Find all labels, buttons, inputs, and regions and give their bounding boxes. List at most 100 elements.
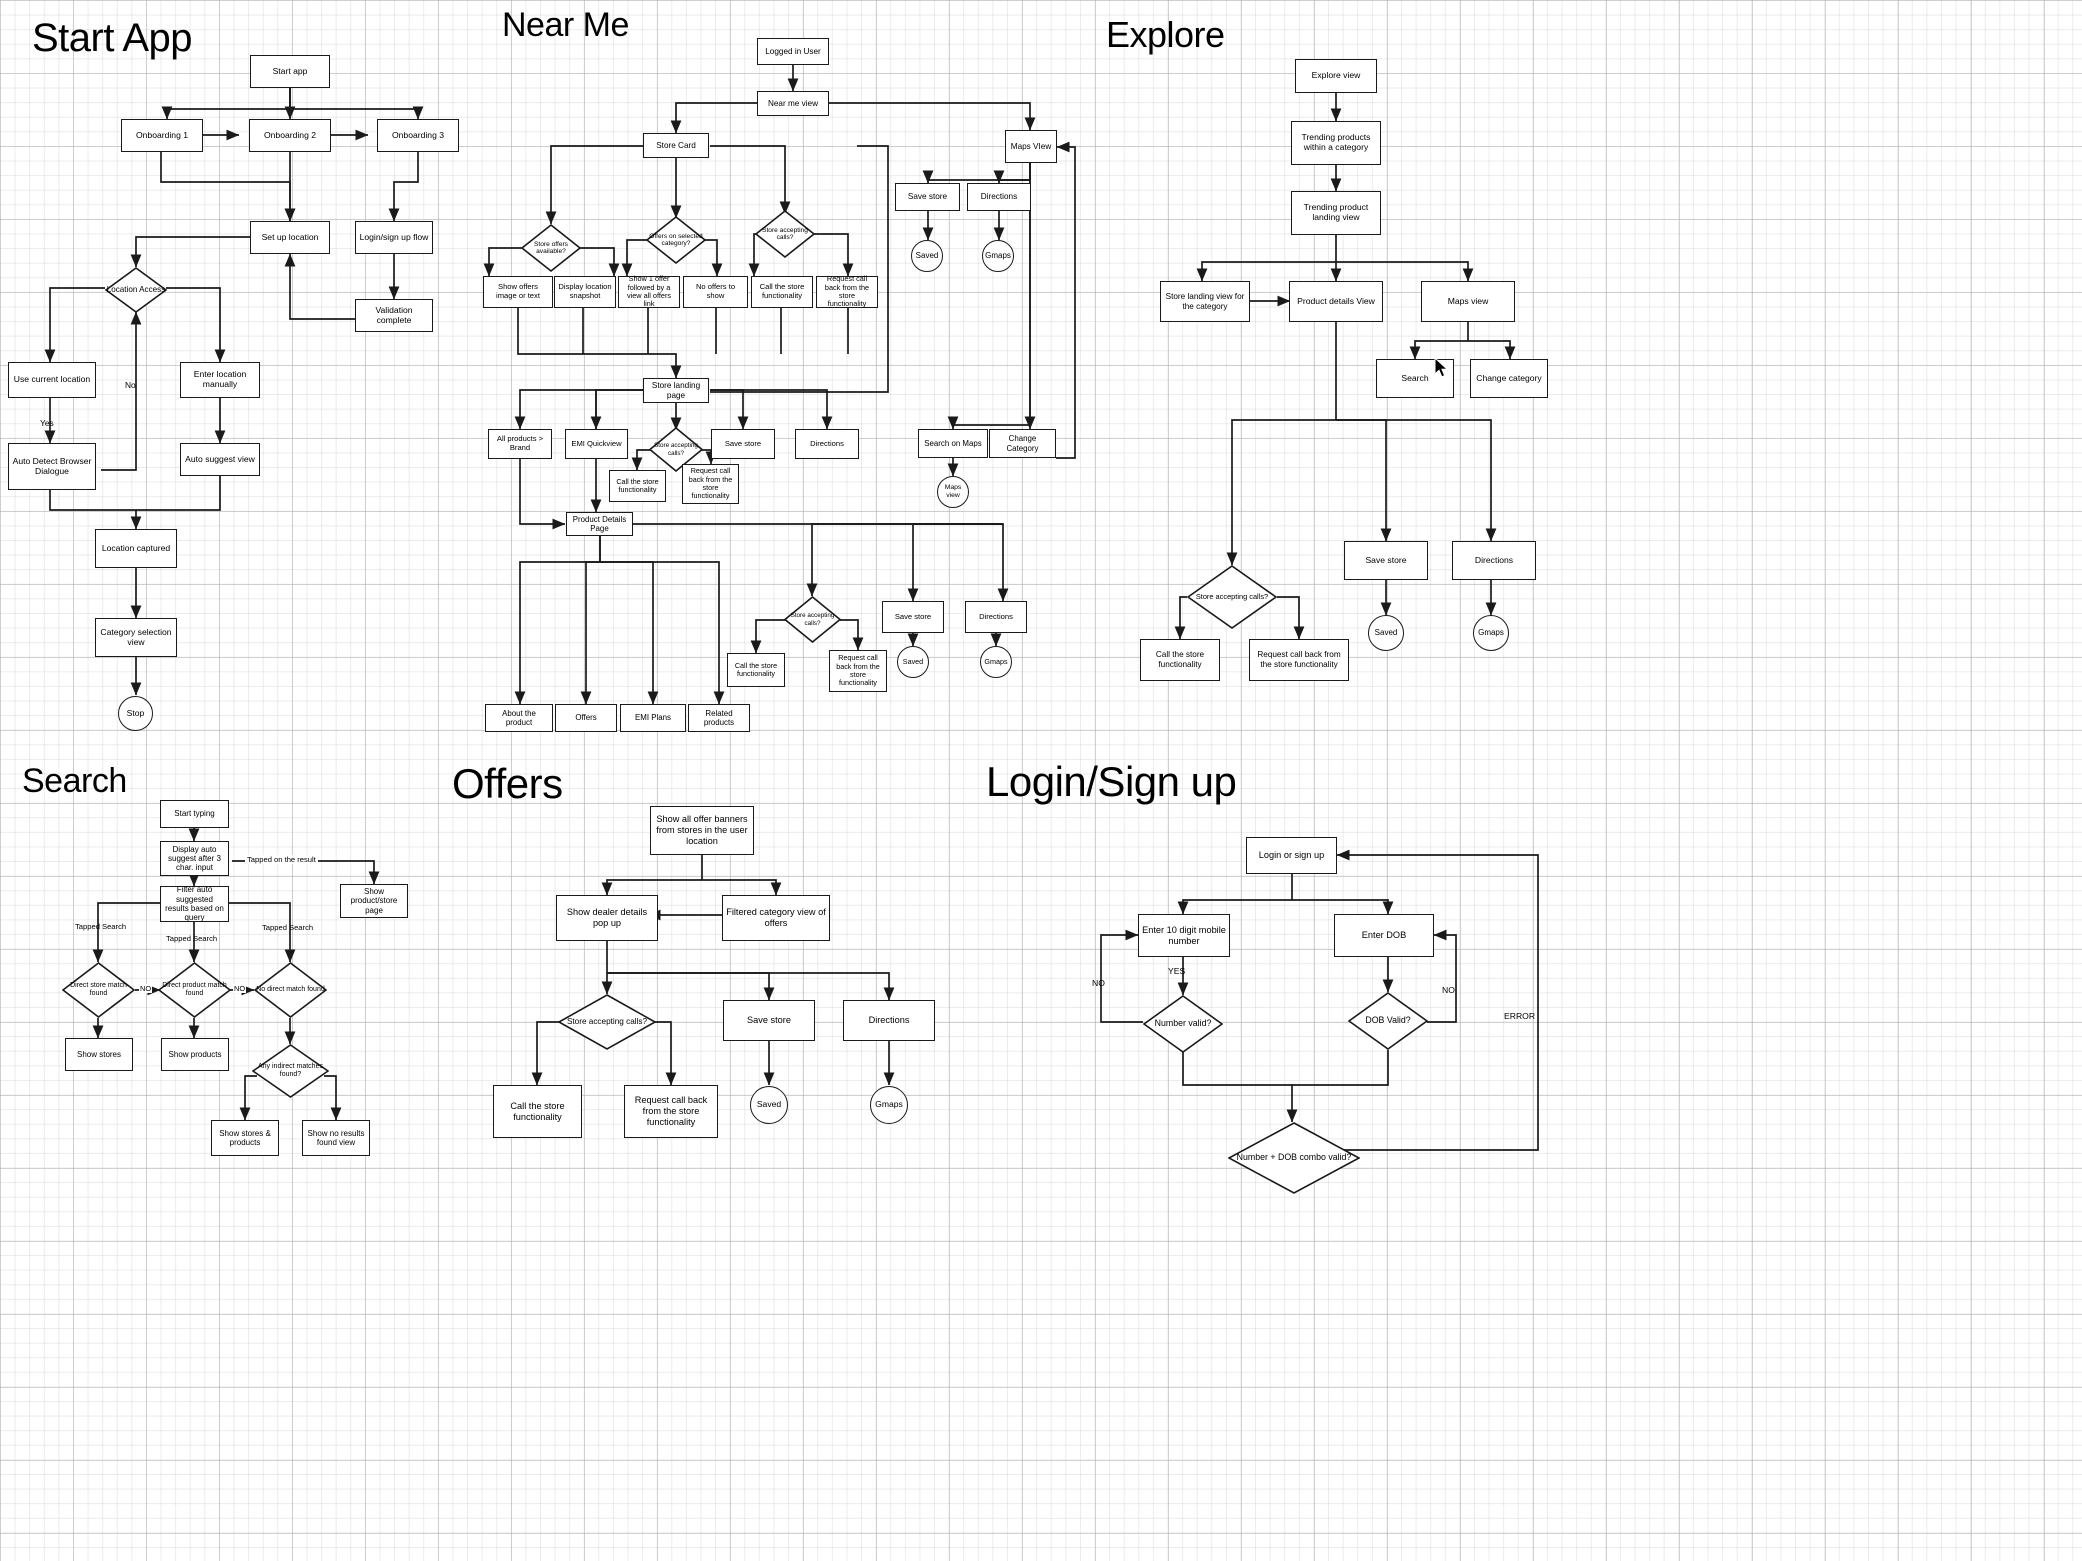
node-all-products-brand[interactable]: All products > Brand: [488, 429, 552, 459]
node-request-call-back-2[interactable]: Request call back from the store functio…: [682, 464, 739, 504]
node-show-all-offer-banners[interactable]: Show all offer banners from stores in th…: [650, 806, 754, 855]
node-emi-plans[interactable]: EMI Plans: [620, 704, 686, 732]
node-show-stores-and-products[interactable]: Show stores & products: [211, 1120, 279, 1156]
node-login-signup-flow[interactable]: Login/sign up flow: [355, 221, 433, 254]
node-start-app[interactable]: Start app: [250, 55, 330, 88]
node-logged-in-user[interactable]: Logged in User: [757, 38, 829, 65]
node-store-landing-view-category[interactable]: Store landing view for the category: [1160, 281, 1250, 322]
node-validation-complete[interactable]: Validation complete: [355, 299, 433, 332]
node-category-selection-view[interactable]: Category selection view: [95, 618, 177, 657]
node-offers-tab[interactable]: Offers: [555, 704, 617, 732]
decision-location-access[interactable]: Location Access: [105, 267, 167, 313]
node-trending-products-category[interactable]: Trending products within a category: [1291, 121, 1381, 165]
node-filter-auto-suggested[interactable]: Filter auto suggested results based on q…: [160, 885, 229, 922]
decision-offers-on-selected-category[interactable]: Offers on selected category?: [646, 216, 706, 264]
node-product-details-page[interactable]: Product Details Page: [566, 512, 633, 536]
node-related-products[interactable]: Related products: [688, 704, 750, 732]
node-call-store-functionality-offers[interactable]: Call the store functionality: [493, 1085, 582, 1138]
node-directions-offers[interactable]: Directions: [843, 1000, 935, 1041]
node-save-store-explore[interactable]: Save store: [1344, 541, 1428, 580]
decision-store-accepting-calls-3[interactable]: Store accepting calls?: [784, 596, 841, 643]
node-directions-explore[interactable]: Directions: [1452, 541, 1536, 580]
node-directions-landing[interactable]: Directions: [795, 429, 859, 459]
node-saved-offers[interactable]: Saved: [750, 1086, 788, 1124]
decision-direct-store-match[interactable]: Direct store match found: [62, 962, 135, 1018]
node-gmaps-explore[interactable]: Gmaps: [1473, 615, 1509, 651]
node-save-store-offers[interactable]: Save store: [723, 1000, 815, 1041]
node-onboarding-1[interactable]: Onboarding 1: [121, 119, 203, 152]
node-trending-product-landing-view[interactable]: Trending product landing view: [1291, 191, 1381, 235]
node-explore-view[interactable]: Explore view: [1295, 59, 1377, 93]
node-onboarding-3[interactable]: Onboarding 3: [377, 119, 459, 152]
node-gmaps-pdp[interactable]: Gmaps: [980, 646, 1012, 678]
node-login-or-sign-up[interactable]: Login or sign up: [1246, 837, 1337, 874]
node-product-details-view[interactable]: Product details View: [1289, 281, 1383, 322]
node-emi-quickview[interactable]: EMI Quickview: [565, 429, 628, 459]
node-show-1-offer-view-all[interactable]: Show 1 offer followed by a view all offe…: [618, 274, 680, 308]
node-show-offers-image-or-text[interactable]: Show offers image or text: [483, 276, 553, 308]
node-onboarding-2[interactable]: Onboarding 2: [249, 119, 331, 152]
node-call-store-functionality-1[interactable]: Call the store functionality: [751, 276, 813, 308]
decision-direct-product-match[interactable]: Direct product match found: [158, 962, 231, 1018]
node-maps-view[interactable]: Maps VIew: [1005, 130, 1057, 163]
node-start-typing[interactable]: Start typing: [160, 800, 229, 828]
node-auto-detect-browser-dialogue[interactable]: Auto Detect Browser Dialogue: [8, 443, 96, 490]
node-enter-dob[interactable]: Enter DOB: [1334, 914, 1434, 957]
decision-dob-valid[interactable]: DOB Valid?: [1348, 992, 1428, 1050]
decision-no-direct-match[interactable]: No direct match found: [254, 962, 327, 1018]
node-call-store-functionality-explore[interactable]: Call the store functionality: [1140, 639, 1220, 681]
node-change-category-explore[interactable]: Change category: [1470, 359, 1548, 398]
node-show-product-store-page[interactable]: Show product/store page: [340, 884, 408, 918]
node-save-store-pdp[interactable]: Save store: [882, 601, 944, 633]
node-set-up-location[interactable]: Set up location: [250, 221, 330, 254]
node-show-stores[interactable]: Show stores: [65, 1038, 133, 1071]
node-call-store-functionality-2[interactable]: Call the store functionality: [609, 470, 666, 502]
node-search-explore[interactable]: Search: [1376, 359, 1454, 398]
decision-store-accepting-calls-1[interactable]: Store accepting calls?: [755, 210, 815, 258]
node-gmaps-offers[interactable]: Gmaps: [870, 1086, 908, 1124]
node-request-call-back-1[interactable]: Request call back from the store functio…: [816, 274, 878, 308]
decision-number-dob-combo-valid[interactable]: Number + DOB combo valid?: [1228, 1122, 1360, 1194]
node-auto-suggest-view[interactable]: Auto suggest view: [180, 443, 260, 476]
node-no-offers-to-show[interactable]: No offers to show: [683, 276, 748, 308]
node-location-captured[interactable]: Location captured: [95, 529, 177, 568]
node-near-me-view[interactable]: Near me view: [757, 91, 829, 116]
decision-offers-on-selected-category-label: Offers on selected category?: [649, 232, 703, 247]
node-maps-view-circle[interactable]: Maps view: [937, 476, 969, 508]
node-enter-location-manually[interactable]: Enter location manually: [180, 362, 260, 398]
node-enter-mobile-number[interactable]: Enter 10 digit mobile number: [1138, 914, 1230, 957]
node-request-call-back-explore[interactable]: Request call back from the store functio…: [1249, 639, 1349, 681]
decision-any-indirect-matches[interactable]: Any indirect matches found?: [252, 1044, 329, 1098]
decision-store-accepting-calls-explore[interactable]: Store accepting calls?: [1187, 565, 1277, 629]
node-save-store-landing[interactable]: Save store: [711, 429, 775, 459]
node-request-call-back-offers[interactable]: Request call back from the store functio…: [624, 1085, 718, 1138]
node-store-card[interactable]: Store Card: [643, 133, 709, 158]
node-stop[interactable]: Stop: [118, 696, 153, 731]
node-show-dealer-details-popup[interactable]: Show dealer details pop up: [556, 895, 658, 941]
node-filtered-category-view-offers[interactable]: Filtered category view of offers: [722, 895, 830, 941]
node-show-products[interactable]: Show products: [161, 1038, 229, 1071]
node-about-the-product[interactable]: About the product: [485, 704, 553, 732]
node-display-auto-suggest[interactable]: Display auto suggest after 3 char. input: [160, 841, 229, 876]
node-store-landing-page[interactable]: Store landing page: [643, 378, 709, 403]
decision-store-accepting-calls-offers[interactable]: Store accepting calls?: [558, 994, 656, 1050]
node-call-store-functionality-3[interactable]: Call the store functionality: [727, 653, 785, 687]
node-directions-maps[interactable]: Directions: [967, 183, 1031, 211]
node-use-current-location[interactable]: Use current location: [8, 362, 96, 398]
decision-number-valid[interactable]: Number valid?: [1143, 995, 1223, 1053]
node-show-no-results-found[interactable]: Show no results found view: [302, 1120, 370, 1156]
decision-store-offers-available[interactable]: Store offers available?: [521, 224, 581, 272]
node-maps-view-explore[interactable]: Maps view: [1421, 281, 1515, 322]
node-gmaps-maps[interactable]: Gmaps: [982, 240, 1014, 272]
decision-store-accepting-calls-1-label: Store accepting calls?: [762, 226, 808, 241]
node-search-on-maps[interactable]: Search on Maps: [918, 429, 988, 458]
node-save-store-maps[interactable]: Save store: [895, 183, 960, 211]
node-saved-maps[interactable]: Saved: [911, 240, 943, 272]
section-title-offers: Offers: [452, 760, 563, 807]
node-saved-pdp[interactable]: Saved: [897, 646, 929, 678]
node-directions-pdp[interactable]: Directions: [965, 601, 1027, 633]
node-request-call-back-3[interactable]: Request call back from the store functio…: [829, 650, 887, 692]
node-display-location-snapshot[interactable]: Display location snapshot: [554, 276, 616, 308]
node-saved-explore[interactable]: Saved: [1368, 615, 1404, 651]
node-change-category[interactable]: Change Category: [989, 429, 1056, 458]
